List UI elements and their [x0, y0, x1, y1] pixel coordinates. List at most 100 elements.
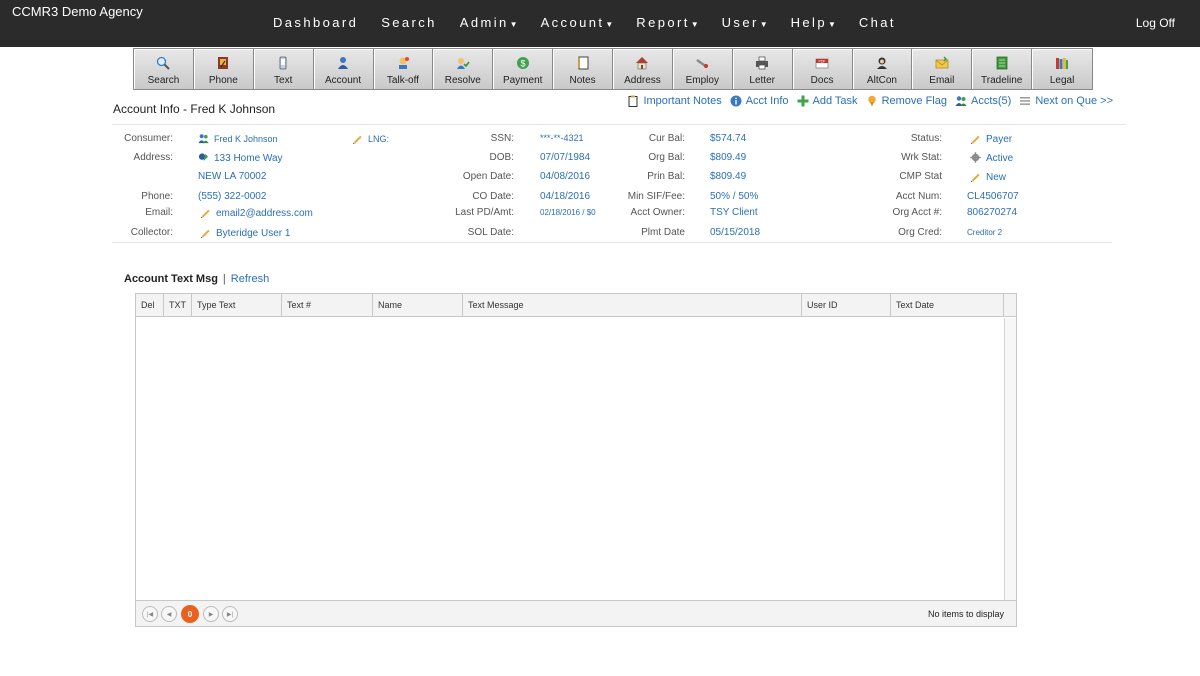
- plus-icon: [797, 95, 808, 107]
- next-page-icon[interactable]: ▶: [203, 606, 219, 622]
- alt-contact-icon: [876, 57, 887, 69]
- lng-field[interactable]: LNG:: [352, 133, 389, 144]
- cur-bal-value: $574.74: [710, 133, 747, 144]
- main-menu: Dashboard Search Admin▼ Account▼ Report▼…: [273, 15, 919, 30]
- min-sif-value: 50% / 50%: [710, 191, 759, 202]
- toolbar-address-button[interactable]: Address: [613, 49, 673, 89]
- toolbar-talkoff-button[interactable]: Talk-off: [373, 49, 434, 89]
- info-divider: [112, 242, 1112, 243]
- user-icon: [338, 57, 349, 69]
- toolbar-search-button[interactable]: Search: [134, 49, 194, 89]
- cmp-stat-value[interactable]: New: [970, 171, 1006, 183]
- nav-user[interactable]: User▼: [722, 15, 768, 30]
- open-date-label: Open Date:: [462, 171, 514, 182]
- col-text-date[interactable]: Text Date: [891, 294, 1004, 317]
- status-label: Status:: [910, 133, 942, 144]
- toolbar-docs-button[interactable]: PDF Docs: [792, 49, 853, 89]
- current-page[interactable]: 0: [181, 605, 199, 623]
- co-date-label: CO Date:: [472, 191, 514, 202]
- grid-header: Del TXT Type Text Text # Name Text Messa…: [136, 294, 1016, 317]
- dollar-coin-icon: $: [516, 57, 529, 69]
- refresh-link[interactable]: Refresh: [231, 273, 270, 285]
- col-text-message[interactable]: Text Message: [463, 294, 802, 317]
- toolbar-phone-button[interactable]: Phone: [193, 49, 254, 89]
- text-msg-section-title: Account Text Msg | Refresh: [124, 273, 270, 285]
- acct-owner-label: Acct Owner:: [630, 207, 685, 218]
- address-line1-value[interactable]: 133 Home Way: [198, 152, 283, 164]
- address-line2-value: NEW LA 70002: [198, 171, 267, 182]
- org-cred-value: Creditor 2: [967, 228, 1003, 237]
- col-text-number[interactable]: Text #: [282, 294, 373, 317]
- list-icon: [1020, 97, 1031, 105]
- toolbar-employ-button[interactable]: Employ: [672, 49, 733, 89]
- collector-value[interactable]: Byteridge User 1: [200, 227, 290, 239]
- caret-down-icon: ▼: [827, 20, 836, 29]
- col-del[interactable]: Del: [136, 294, 164, 317]
- grid-pager: |◀ ◀ 0 ▶ ▶| No items to display: [136, 600, 1016, 626]
- email-value[interactable]: email2@address.com: [200, 207, 313, 219]
- grid-body: [136, 318, 1004, 600]
- nav-search[interactable]: Search: [381, 15, 437, 30]
- plmt-date-value: 05/15/2018: [710, 227, 761, 238]
- accts-link[interactable]: Accts(5): [955, 95, 1011, 107]
- magnifier-icon: [157, 56, 171, 70]
- grid-scrollbar[interactable]: [1004, 318, 1016, 600]
- nav-chat[interactable]: Chat: [859, 15, 896, 30]
- add-task-link[interactable]: Add Task: [797, 95, 858, 107]
- wrk-stat-value[interactable]: Active: [970, 152, 1013, 164]
- consumer-value[interactable]: Fred K Johnson: [198, 133, 278, 144]
- svg-text:$: $: [520, 59, 525, 69]
- pencil-icon: [970, 135, 980, 144]
- col-type-text[interactable]: Type Text: [192, 294, 282, 317]
- toolbar-tradeline-button[interactable]: Tradeline: [972, 49, 1033, 89]
- logoff-link[interactable]: Log Off: [1136, 16, 1175, 30]
- status-value[interactable]: Payer: [970, 133, 1012, 145]
- nav-account[interactable]: Account▼: [541, 15, 614, 30]
- toolbar-letter-button[interactable]: Letter: [732, 49, 793, 89]
- toolbar-altcon-button[interactable]: AltCon: [852, 49, 913, 89]
- important-notes-link[interactable]: Important Notes: [627, 95, 722, 107]
- col-name[interactable]: Name: [373, 294, 463, 317]
- collector-label: Collector:: [130, 227, 173, 238]
- header-divider: [112, 124, 1126, 125]
- account-quicklinks: Important Notes Acct Info Add Task Remov…: [619, 95, 1113, 107]
- toolbar-email-button[interactable]: Email: [912, 49, 973, 89]
- toolbar-payment-button[interactable]: $ Payment: [493, 49, 554, 89]
- toolbar-text-button[interactable]: Text: [253, 49, 314, 89]
- toolbar-notes-button[interactable]: Notes: [553, 49, 613, 89]
- remove-flag-link[interactable]: Remove Flag: [866, 95, 947, 107]
- nav-dashboard[interactable]: Dashboard: [273, 15, 358, 30]
- cmp-stat-label: CMP Stat: [899, 171, 942, 182]
- prev-page-icon[interactable]: ◀: [161, 606, 177, 622]
- toolbar-resolve-button[interactable]: Resolve: [433, 49, 494, 89]
- caret-down-icon: ▼: [690, 20, 699, 29]
- address-label: Address:: [133, 152, 173, 163]
- agency-brand[interactable]: CCMR3 Demo Agency: [12, 4, 143, 19]
- col-user-id[interactable]: User ID: [802, 294, 891, 317]
- consumer-label: Consumer:: [124, 133, 173, 144]
- nav-report[interactable]: Report▼: [636, 15, 698, 30]
- nav-help[interactable]: Help▼: [791, 15, 836, 30]
- caret-down-icon: ▼: [759, 20, 768, 29]
- acct-info-link[interactable]: Acct Info: [730, 95, 789, 107]
- toolbar-legal-button[interactable]: Legal: [1032, 49, 1092, 89]
- last-page-icon[interactable]: ▶|: [222, 606, 238, 622]
- books-icon: [1056, 58, 1069, 69]
- ssn-label: SSN:: [490, 133, 514, 144]
- first-page-icon[interactable]: |◀: [142, 606, 158, 622]
- pencil-icon: [200, 229, 210, 238]
- org-acct-label: Org Acct #:: [892, 207, 942, 218]
- org-acct-value: 806270274: [967, 207, 1018, 218]
- info-icon: [730, 95, 742, 107]
- toolbar-account-button[interactable]: Account: [313, 49, 374, 89]
- ledger-icon: [996, 56, 1008, 70]
- pin-icon: [867, 95, 876, 107]
- next-on-que-link[interactable]: Next on Que >>: [1019, 95, 1113, 107]
- nav-admin[interactable]: Admin▼: [460, 15, 518, 30]
- phone-value[interactable]: (555) 322-0002: [198, 191, 266, 202]
- col-txt[interactable]: TXT: [164, 294, 192, 317]
- wrk-stat-label: Wrk Stat:: [901, 152, 942, 163]
- envelope-icon: [935, 56, 949, 69]
- org-cred-label: Org Cred:: [898, 227, 942, 238]
- map-pin-icon: [198, 153, 209, 162]
